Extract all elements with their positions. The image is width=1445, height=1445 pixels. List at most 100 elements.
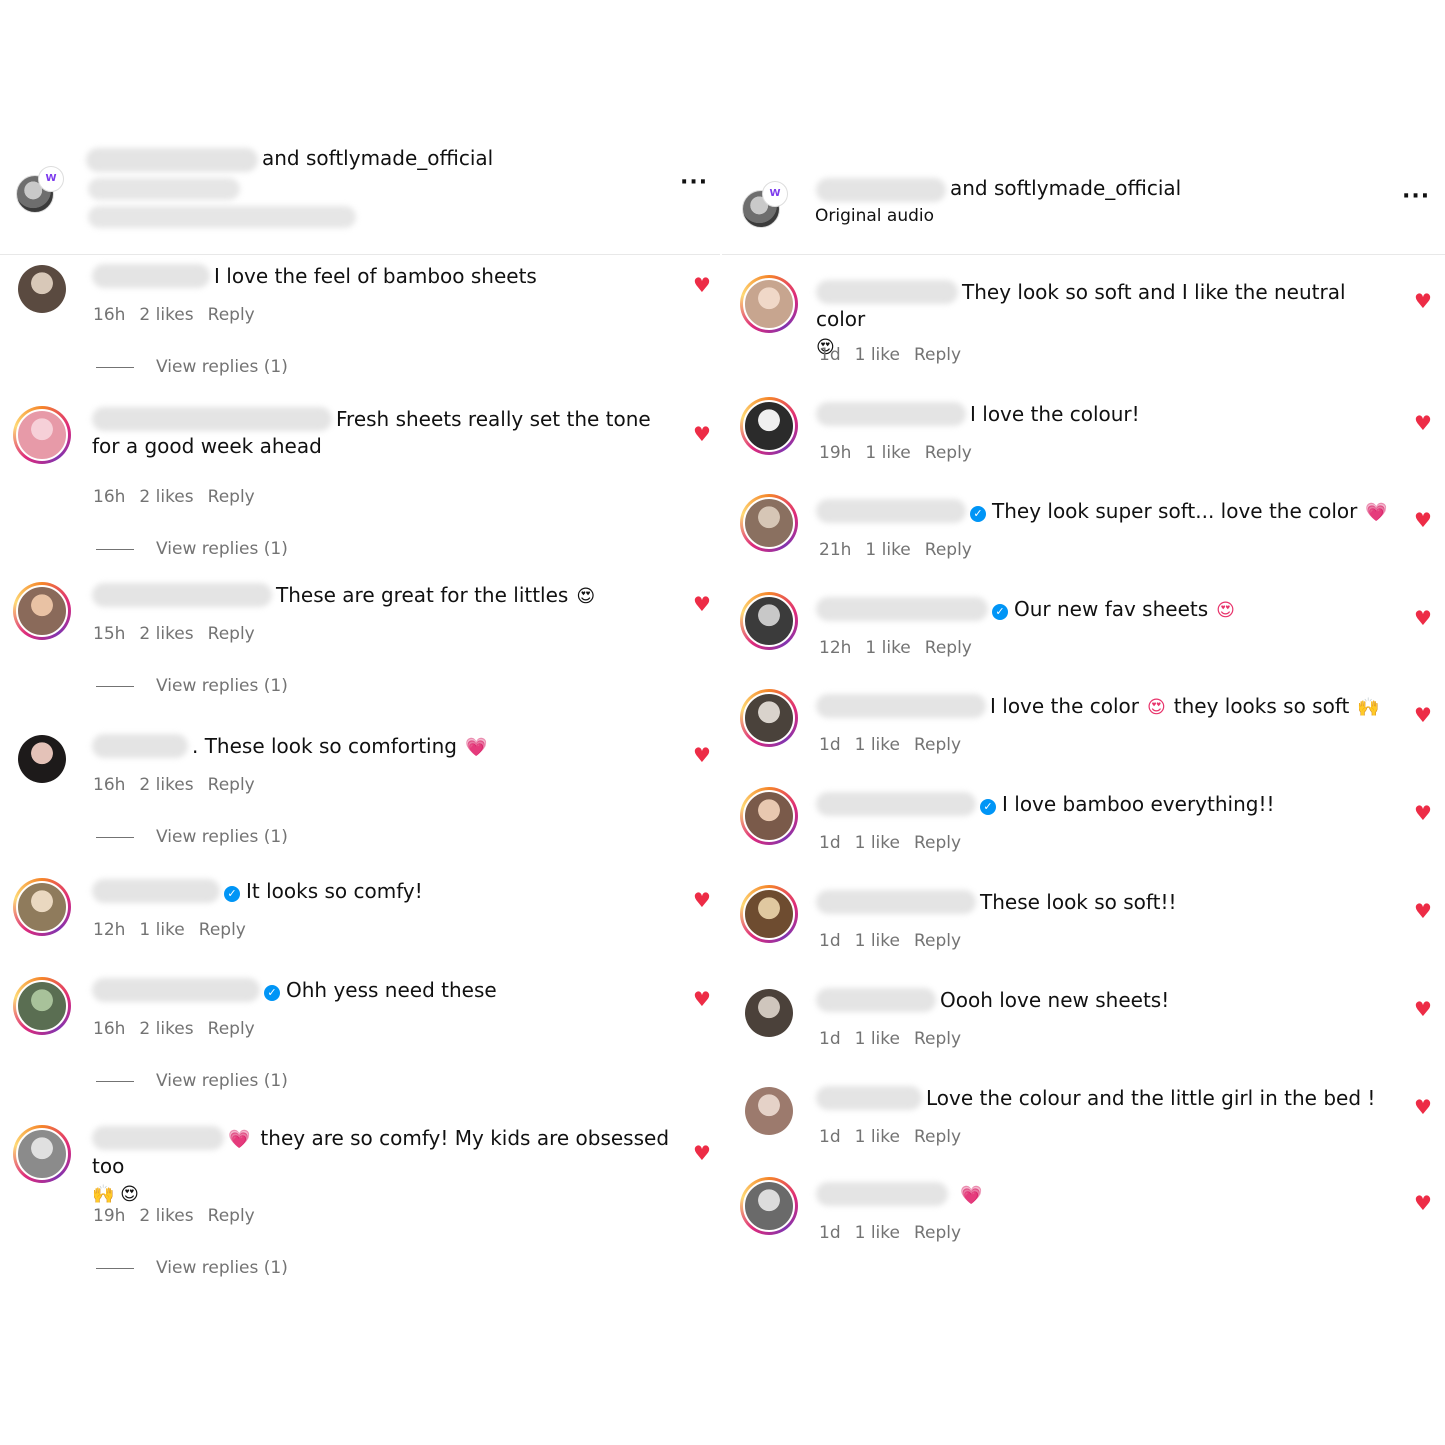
reply-button[interactable]: Reply — [914, 931, 961, 951]
more-options-icon[interactable]: ··· — [1402, 184, 1430, 209]
more-options-icon[interactable]: ··· — [680, 170, 708, 195]
emoji-icon: 😍 — [1146, 697, 1166, 718]
like-count[interactable]: 2 likes — [139, 775, 193, 795]
avatar[interactable] — [18, 265, 66, 313]
emoji-icon: 💗 — [960, 1185, 983, 1206]
comment-timestamp: 21h — [819, 540, 852, 560]
heart-icon[interactable]: ♥ — [1414, 291, 1432, 311]
view-replies-label[interactable]: View replies (1) — [156, 1258, 288, 1278]
reply-button[interactable]: Reply — [914, 1127, 961, 1147]
like-count[interactable]: 1 like — [855, 345, 900, 365]
avatar[interactable] — [740, 689, 798, 747]
heart-icon[interactable]: ♥ — [693, 989, 711, 1009]
comment-meta: 16h 2 likes Reply — [93, 775, 269, 795]
reply-button[interactable]: Reply — [914, 1029, 961, 1049]
view-replies-label[interactable]: View replies (1) — [156, 539, 288, 559]
collab-account-name[interactable]: and softlymade_official — [262, 146, 493, 170]
like-count[interactable]: 1 like — [865, 638, 910, 658]
heart-icon[interactable]: ♥ — [693, 275, 711, 295]
like-count[interactable]: 1 like — [865, 443, 910, 463]
avatar[interactable] — [740, 275, 798, 333]
reply-button[interactable]: Reply — [925, 540, 972, 560]
like-count[interactable]: 2 likes — [139, 305, 193, 325]
like-count[interactable]: 1 like — [855, 1127, 900, 1147]
view-replies-button[interactable]: View replies (1) — [96, 1071, 288, 1091]
reply-button[interactable]: Reply — [914, 735, 961, 755]
like-count[interactable]: 2 likes — [139, 1206, 193, 1226]
heart-icon[interactable]: ♥ — [1414, 1097, 1432, 1117]
heart-icon[interactable]: ♥ — [1414, 510, 1432, 530]
comment-text: These look so soft!! — [816, 889, 1396, 916]
heart-icon[interactable]: ♥ — [693, 1143, 711, 1163]
heart-icon[interactable]: ♥ — [693, 424, 711, 444]
avatar[interactable] — [13, 582, 71, 640]
reply-button[interactable]: Reply — [208, 487, 255, 507]
comment-meta: 16h 2 likes Reply — [93, 1019, 269, 1039]
comment-timestamp: 1d — [819, 1029, 841, 1049]
reply-button[interactable]: Reply — [925, 443, 972, 463]
view-replies-button[interactable]: View replies (1) — [96, 827, 288, 847]
blurred-username — [92, 734, 188, 758]
like-count[interactable]: 1 like — [855, 931, 900, 951]
like-count[interactable]: 1 like — [855, 735, 900, 755]
comment-timestamp: 19h — [819, 443, 852, 463]
avatar[interactable] — [13, 977, 71, 1035]
avatar[interactable] — [13, 406, 71, 464]
view-replies-button[interactable]: View replies (1) — [96, 676, 288, 696]
heart-icon[interactable]: ♥ — [1414, 413, 1432, 433]
heart-icon[interactable]: ♥ — [693, 594, 711, 614]
reply-button[interactable]: Reply — [208, 624, 255, 644]
avatar[interactable] — [18, 735, 66, 783]
avatar[interactable] — [740, 787, 798, 845]
view-replies-label[interactable]: View replies (1) — [156, 827, 288, 847]
reply-button[interactable]: Reply — [208, 775, 255, 795]
avatar[interactable] — [740, 397, 798, 455]
reply-button[interactable]: Reply — [914, 345, 961, 365]
comment-body: Our new fav sheets — [1014, 597, 1209, 621]
avatar[interactable] — [740, 494, 798, 552]
avatar[interactable] — [13, 878, 71, 936]
reply-button[interactable]: Reply — [914, 1223, 961, 1243]
heart-icon[interactable]: ♥ — [1414, 1193, 1432, 1213]
verified-icon: ✓ — [224, 886, 240, 902]
view-replies-button[interactable]: View replies (1) — [96, 357, 288, 377]
view-replies-label[interactable]: View replies (1) — [156, 676, 288, 696]
reply-button[interactable]: Reply — [208, 1019, 255, 1039]
heart-icon[interactable]: ♥ — [1414, 803, 1432, 823]
like-count[interactable]: 1 like — [855, 1029, 900, 1049]
reply-button[interactable]: Reply — [199, 920, 246, 940]
reply-button[interactable]: Reply — [925, 638, 972, 658]
heart-icon[interactable]: ♥ — [693, 745, 711, 765]
like-count[interactable]: 2 likes — [139, 1019, 193, 1039]
reply-button[interactable]: Reply — [208, 1206, 255, 1226]
like-count[interactable]: 1 like — [139, 920, 184, 940]
comment-text: Love the colour and the little girl in t… — [816, 1085, 1396, 1112]
comment-text: ✓ They look super soft... love the color 💗 — [816, 498, 1396, 526]
avatar[interactable] — [740, 885, 798, 943]
like-count[interactable]: 1 like — [855, 833, 900, 853]
avatar[interactable] — [740, 1177, 798, 1235]
like-count[interactable]: 1 like — [855, 1223, 900, 1243]
heart-icon[interactable]: ♥ — [1414, 608, 1432, 628]
like-count[interactable]: 2 likes — [139, 624, 193, 644]
collab-account-name[interactable]: and softlymade_official — [950, 176, 1181, 200]
avatar[interactable] — [13, 1125, 71, 1183]
avatar[interactable] — [745, 1087, 793, 1135]
like-count[interactable]: 1 like — [865, 540, 910, 560]
audio-label[interactable]: Original audio — [815, 206, 934, 226]
view-replies-label[interactable]: View replies (1) — [156, 357, 288, 377]
reply-button[interactable]: Reply — [208, 305, 255, 325]
emoji-icon: 🙌 😍 — [92, 1184, 139, 1205]
blurred-username — [816, 890, 976, 914]
heart-icon[interactable]: ♥ — [1414, 999, 1432, 1019]
like-count[interactable]: 2 likes — [139, 487, 193, 507]
heart-icon[interactable]: ♥ — [1414, 901, 1432, 921]
heart-icon[interactable]: ♥ — [693, 890, 711, 910]
reply-button[interactable]: Reply — [914, 833, 961, 853]
avatar[interactable] — [745, 989, 793, 1037]
view-replies-label[interactable]: View replies (1) — [156, 1071, 288, 1091]
avatar[interactable] — [740, 592, 798, 650]
heart-icon[interactable]: ♥ — [1414, 705, 1432, 725]
view-replies-button[interactable]: View replies (1) — [96, 1258, 288, 1278]
view-replies-button[interactable]: View replies (1) — [96, 539, 288, 559]
